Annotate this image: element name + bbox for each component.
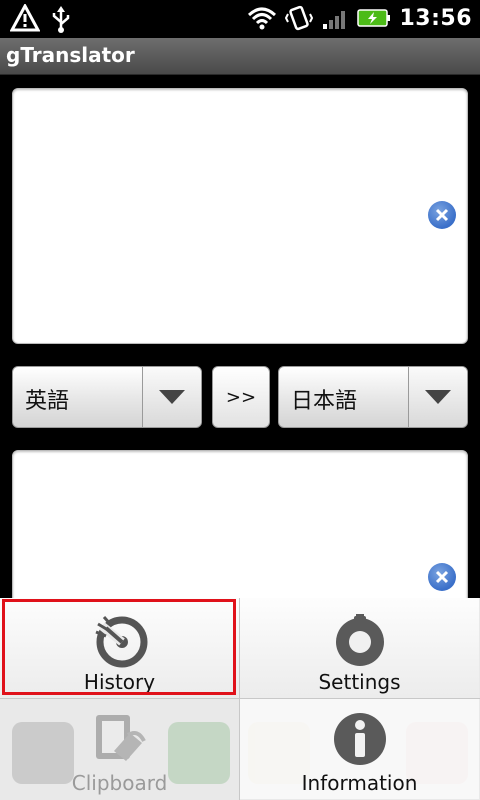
menu-item-settings-label: Settings [318, 670, 401, 694]
menu-item-history[interactable]: History [0, 598, 239, 698]
menu-divider-horizontal [0, 698, 480, 699]
target-language-dropdown[interactable] [408, 367, 467, 427]
battery-charging-icon [357, 7, 391, 29]
source-language-label: 英語 [25, 389, 70, 414]
target-text-output[interactable] [12, 450, 468, 612]
source-language-dropdown[interactable] [142, 367, 201, 427]
clear-target-button[interactable] [428, 563, 456, 591]
highlight-box [2, 599, 236, 695]
vibrate-icon [285, 4, 314, 32]
menu-item-settings[interactable]: Settings [240, 598, 479, 698]
status-bar: 13:56 [0, 0, 480, 38]
swap-language-button[interactable]: >> [212, 366, 270, 428]
menu-item-information[interactable]: Information [240, 699, 479, 799]
target-language-select[interactable]: 日本語 [278, 366, 468, 428]
wifi-icon [247, 5, 277, 31]
clipboard-icon [92, 711, 148, 771]
swap-language-label: >> [225, 386, 257, 408]
menu-item-clipboard: Clipboard [0, 699, 239, 799]
signal-icon [321, 6, 349, 30]
info-icon [332, 711, 388, 771]
source-text-input[interactable] [12, 88, 468, 344]
options-menu: History Settings Clipboard Information [0, 598, 480, 800]
close-icon [435, 570, 449, 584]
usb-icon [50, 4, 72, 34]
settings-icon [332, 612, 388, 672]
status-time: 13:56 [399, 5, 472, 31]
menu-item-clipboard-label: Clipboard [71, 771, 168, 795]
clear-source-button[interactable] [428, 201, 456, 229]
source-language-select[interactable]: 英語 [12, 366, 202, 428]
menu-divider-vertical [239, 598, 240, 800]
chevron-down-icon [159, 390, 185, 404]
target-language-label: 日本語 [291, 389, 358, 414]
alert-icon [10, 4, 40, 34]
close-icon [435, 208, 449, 222]
title-bar: gTranslator [0, 38, 480, 75]
chevron-down-icon [425, 390, 451, 404]
app-title: gTranslator [6, 43, 135, 67]
menu-item-information-label: Information [301, 771, 418, 795]
